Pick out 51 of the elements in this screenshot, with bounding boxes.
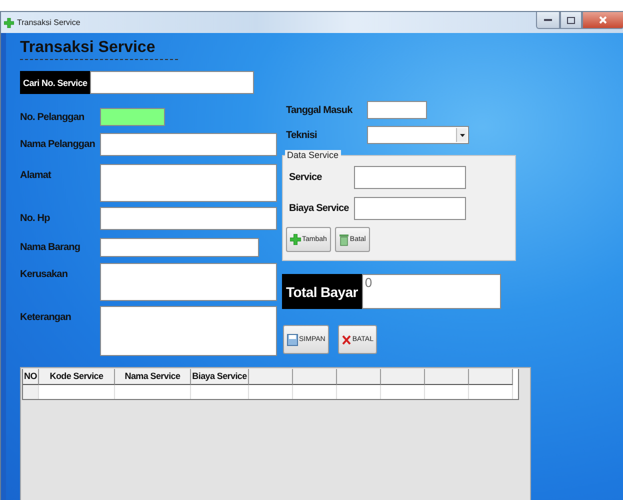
total-field: 0 [362, 274, 501, 309]
input-field[interactable] [100, 133, 277, 156]
input-field[interactable] [100, 238, 259, 257]
input-field[interactable] [354, 166, 466, 189]
dropdown-field[interactable] [367, 126, 469, 144]
group-title: Data Service [285, 150, 341, 160]
field-label: Alamat [20, 170, 52, 181]
input-field[interactable] [354, 197, 466, 220]
column-header[interactable] [469, 369, 513, 385]
field-label: Biaya Service [289, 203, 350, 214]
total-label: Total Bayar [282, 274, 362, 309]
search-field[interactable] [90, 71, 254, 94]
minimize-button[interactable] [536, 12, 560, 29]
maximize-button[interactable] [560, 12, 582, 29]
input-field[interactable] [100, 164, 277, 202]
field-label: Teknisi [286, 130, 318, 140]
column-header[interactable] [381, 369, 425, 385]
column-header[interactable]: NO [23, 369, 39, 385]
date-field[interactable] [367, 101, 427, 119]
form-title: Transaksi Service [20, 39, 178, 60]
column-header[interactable] [293, 369, 337, 385]
column-header[interactable]: Kode Service [39, 369, 115, 385]
field-label: Kerusakan [20, 269, 69, 280]
input-field[interactable] [100, 207, 277, 230]
field-label: No. Pelanggan [20, 112, 86, 122]
row-header [23, 385, 39, 399]
caret-icon [460, 134, 464, 136]
input-field[interactable] [100, 108, 165, 126]
field-label: Keterangan [20, 312, 72, 323]
close-button[interactable] [582, 12, 623, 29]
app-icon [4, 18, 14, 28]
window-title: Transaksi Service [17, 18, 80, 27]
column-header[interactable] [249, 369, 293, 385]
minimize-icon [544, 18, 552, 22]
input-field[interactable] [100, 306, 277, 356]
column-header[interactable]: Nama Service [115, 369, 191, 385]
column-header[interactable] [425, 369, 469, 385]
field-label: Service [289, 172, 323, 183]
plus-icon [290, 234, 301, 245]
maximize-icon [567, 16, 575, 24]
bin-icon [338, 234, 349, 246]
field-label: Nama Pelanggan [20, 139, 96, 150]
field-label: No. Hp [20, 213, 51, 224]
column-header[interactable]: Biaya Service [191, 369, 249, 385]
close-icon [599, 16, 607, 24]
cross-icon [342, 334, 352, 344]
input-field[interactable] [100, 263, 277, 301]
field-label: Nama Barang [20, 242, 82, 253]
search-label: Cari No. Service [20, 71, 90, 94]
field-label: Tanggal Masuk [286, 104, 354, 116]
column-header[interactable] [337, 369, 381, 385]
